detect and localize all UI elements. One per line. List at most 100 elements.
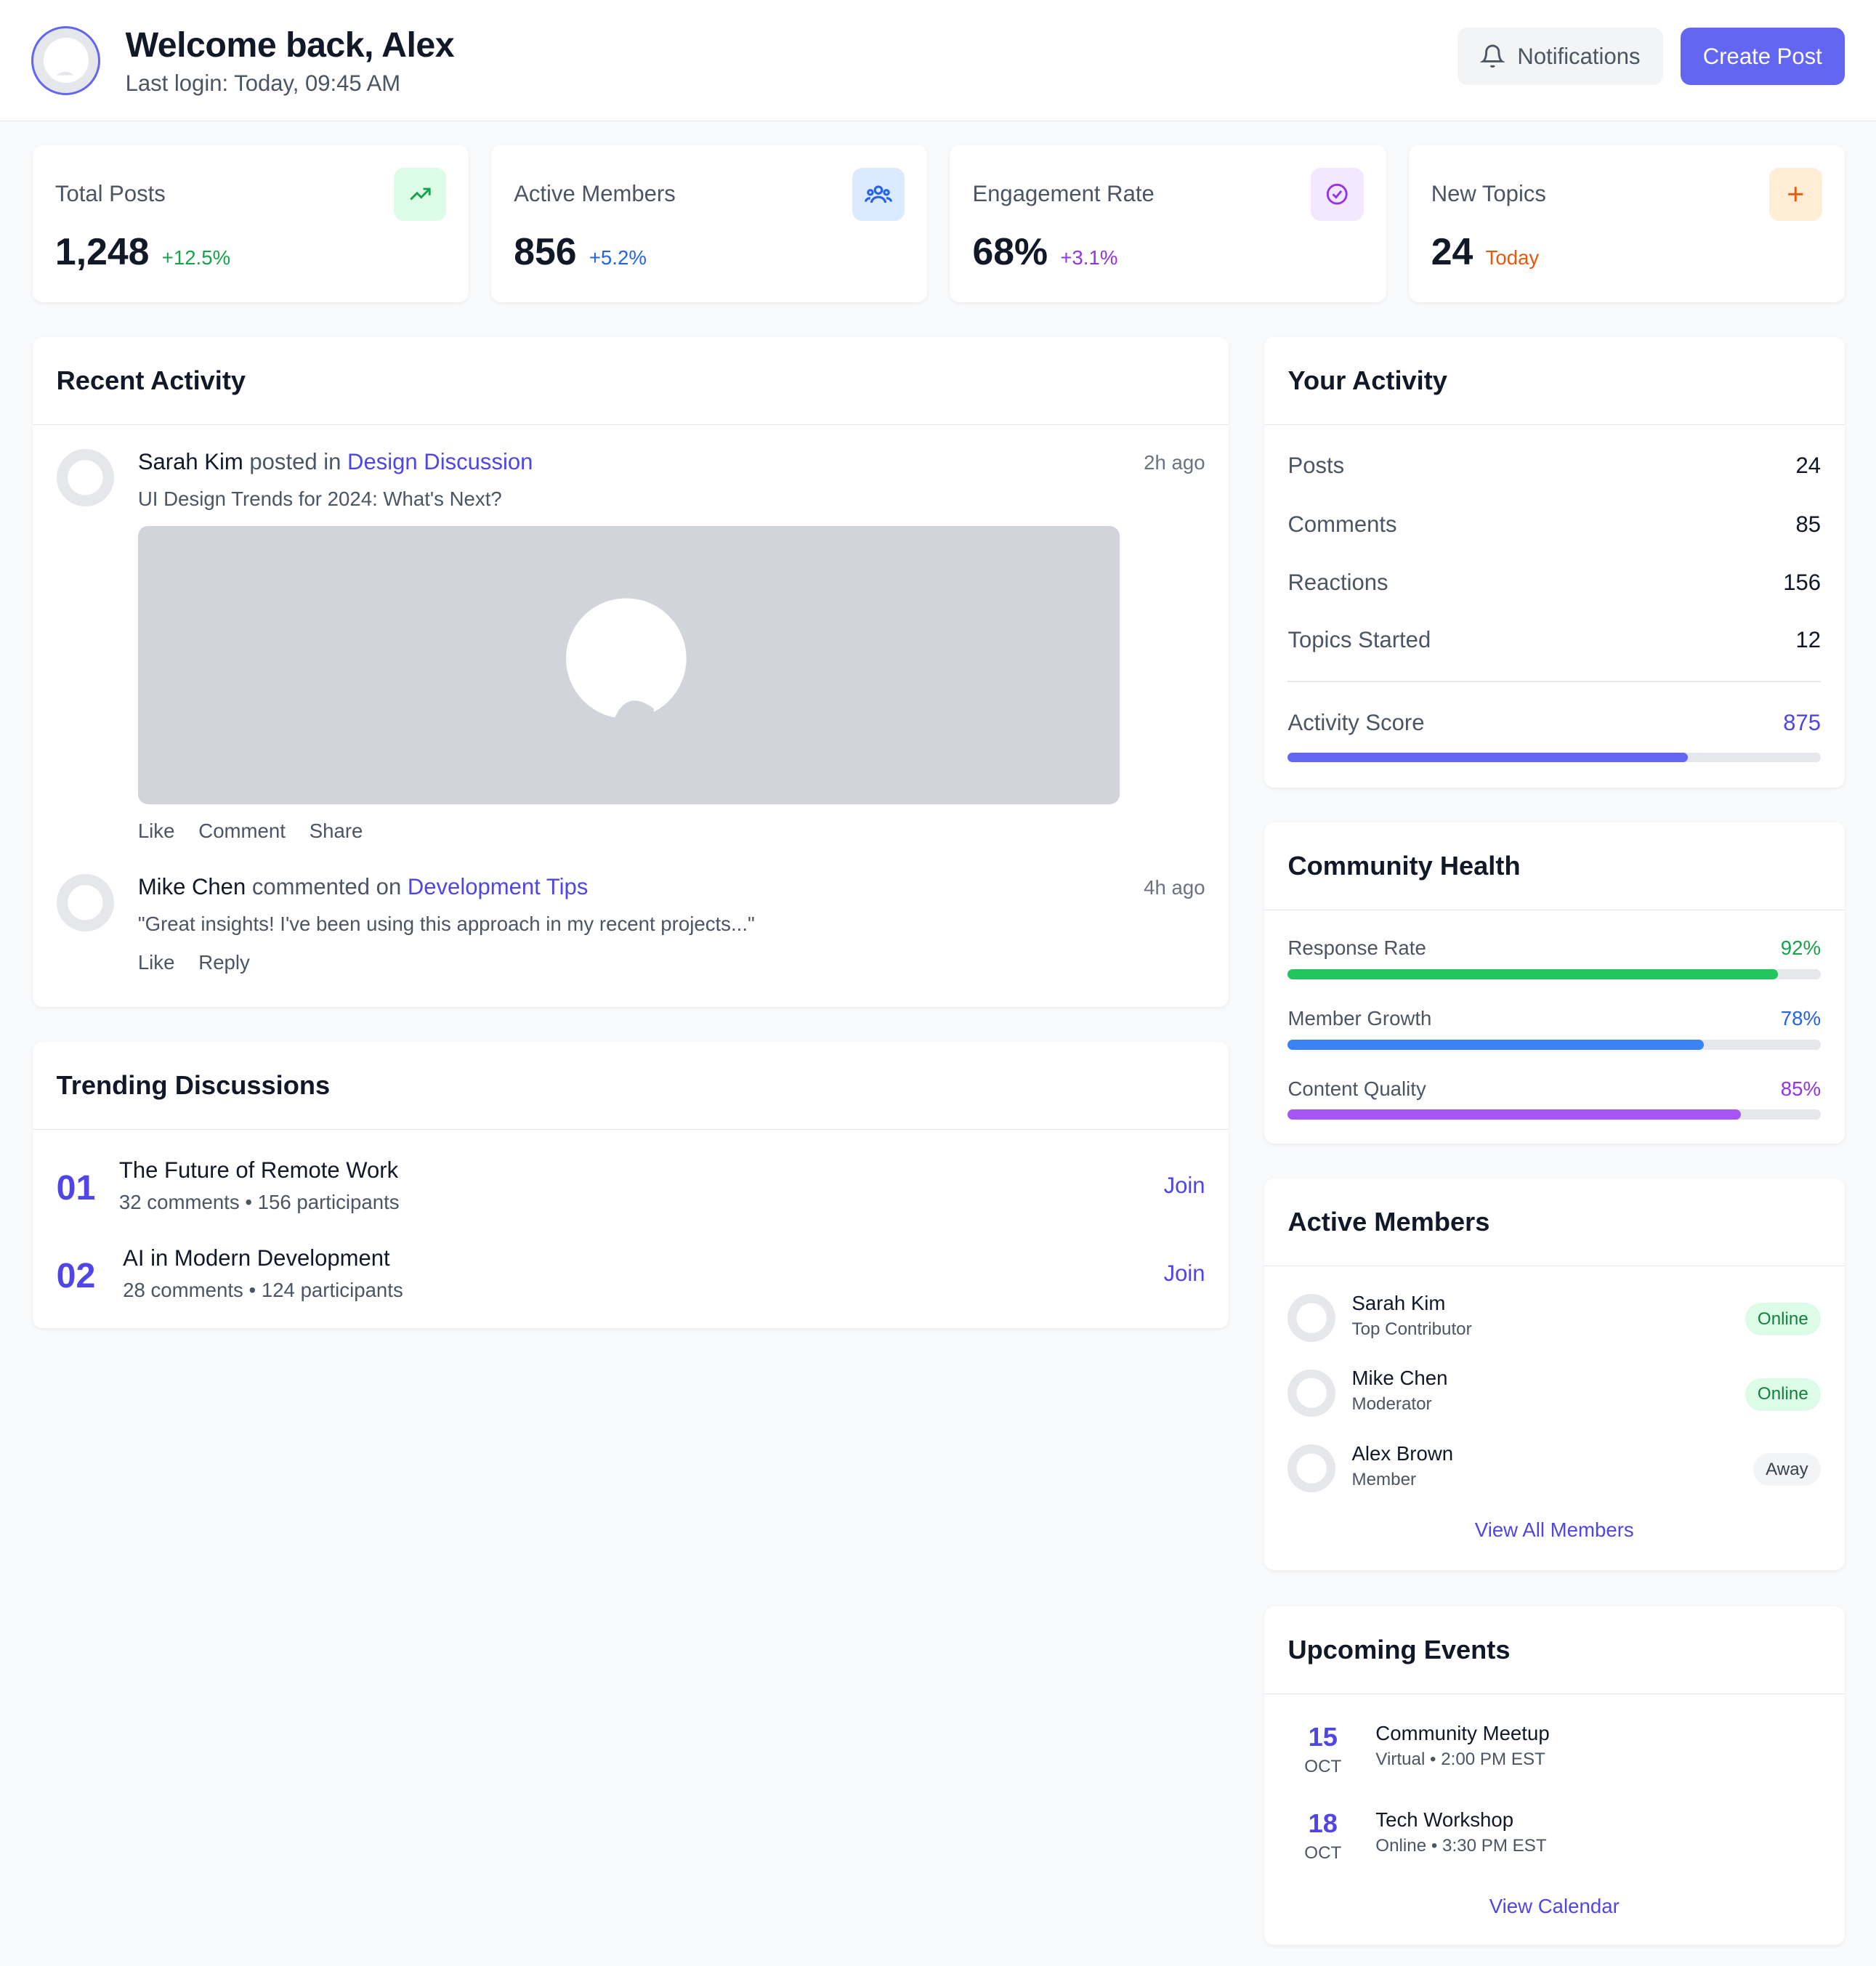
avatar[interactable]	[56, 448, 115, 507]
trending-item[interactable]: 01 The Future of Remote Work 32 comments…	[57, 1157, 1205, 1220]
stat-label: Active Members	[514, 180, 676, 206]
health-label: Member Growth	[1287, 1006, 1432, 1029]
health-bar	[1287, 969, 1821, 979]
activity-stat-row: Topics Started 12	[1287, 627, 1821, 653]
health-row: Member Growth 78%	[1287, 1007, 1821, 1030]
status-badge: Away	[1752, 1453, 1821, 1486]
top-header: Welcome back, Alex Last login: Today, 09…	[0, 0, 1876, 122]
health-value: 92%	[1780, 937, 1821, 960]
health-bar	[1287, 1109, 1821, 1120]
activity-score-fill	[1287, 752, 1688, 763]
activity-text: "Great insights! I've been using this ap…	[137, 913, 755, 936]
activity-line: Sarah Kim posted in Design Discussion	[138, 449, 1205, 475]
stat-label: Topics Started	[1287, 626, 1431, 652]
stat-value: 24	[1431, 230, 1473, 272]
member-name: Mike Chen	[1351, 1367, 1448, 1390]
upcoming-events-card: Upcoming Events 15 OCT Community Meetup …	[1264, 1606, 1845, 1945]
card-title: Recent Activity	[32, 337, 1229, 426]
trending-title[interactable]: AI in Modern Development	[123, 1245, 1205, 1271]
stat-label: Comments	[1287, 511, 1397, 538]
view-calendar-link[interactable]: View Calendar	[1264, 1895, 1845, 1918]
activity-text: UI Design Trends for 2024: What's Next?	[137, 488, 502, 511]
event-meta: Online • 3:30 PM EST	[1375, 1835, 1547, 1856]
reply-button[interactable]: Reply	[198, 951, 250, 974]
activity-user[interactable]: Mike Chen	[138, 874, 246, 899]
event-month: OCT	[1304, 1843, 1342, 1864]
trending-rank: 01	[56, 1168, 96, 1207]
trending-item[interactable]: 02 AI in Modern Development 28 comments …	[57, 1245, 1205, 1308]
activity-stat-row: Reactions 156	[1287, 570, 1821, 596]
health-value: 85%	[1780, 1077, 1821, 1100]
page-title: Welcome back, Alex	[125, 25, 455, 65]
activity-stat-row: Comments 85	[1287, 511, 1821, 538]
member-item[interactable]: Alex Brown Member Away	[1287, 1442, 1821, 1500]
event-day: 15	[1308, 1721, 1338, 1752]
health-bar-fill	[1287, 969, 1779, 979]
like-button[interactable]: Like	[138, 820, 175, 843]
activity-score-bar	[1287, 752, 1821, 763]
notifications-button[interactable]: Notifications	[1457, 27, 1663, 86]
avatar[interactable]	[56, 873, 115, 932]
stat-value: 24	[1795, 453, 1821, 479]
check-circle-icon	[1311, 168, 1364, 221]
stat-label: New Topics	[1431, 180, 1546, 206]
stat-label: Posts	[1287, 453, 1345, 479]
score-value: 875	[1783, 709, 1821, 735]
activity-item: Sarah Kim posted in Design Discussion UI…	[56, 448, 1205, 843]
community-health-card: Community Health Response Rate 92% Member…	[1264, 822, 1845, 1144]
card-title: Community Health	[1264, 822, 1845, 910]
member-item[interactable]: Sarah Kim Top Contributor Online	[1287, 1292, 1821, 1349]
activity-user[interactable]: Sarah Kim	[138, 449, 243, 474]
share-button[interactable]: Share	[310, 820, 363, 843]
stat-value: 85	[1795, 511, 1821, 538]
health-label: Content Quality	[1287, 1077, 1426, 1100]
health-row: Content Quality 85%	[1287, 1077, 1821, 1101]
activity-item: Mike Chen commented on Development Tips …	[56, 873, 1205, 974]
trending-meta: 32 comments • 156 participants	[118, 1191, 400, 1214]
event-item[interactable]: 18 OCT Tech Workshop Online • 3:30 PM ES…	[1287, 1808, 1821, 1871]
stat-delta: Today	[1485, 246, 1540, 269]
create-post-button[interactable]: Create Post	[1680, 27, 1845, 86]
your-activity-card: Your Activity Posts 24 Comments 85 Reactio…	[1264, 337, 1845, 788]
stats-row: Total Posts 1,248 +12.5% Active Members …	[32, 145, 1845, 302]
view-all-members-link[interactable]: View All Members	[1264, 1518, 1845, 1542]
stat-card-new-topics: New Topics 24 Today	[1408, 145, 1845, 302]
member-role: Top Contributor	[1351, 1319, 1472, 1339]
card-title: Trending Discussions	[32, 1042, 1229, 1130]
stat-value: 1,248	[54, 230, 150, 272]
activity-stat-row: Posts 24	[1287, 453, 1821, 479]
comment-button[interactable]: Comment	[198, 820, 286, 843]
card-title: Upcoming Events	[1264, 1606, 1845, 1694]
avatar-placeholder-icon	[1296, 1453, 1327, 1484]
user-avatar[interactable]	[31, 25, 101, 95]
activity-target-link[interactable]: Design Discussion	[347, 449, 533, 474]
join-button[interactable]: Join	[1164, 1261, 1205, 1287]
join-button[interactable]: Join	[1164, 1173, 1205, 1199]
activity-score-row: Activity Score 875	[1287, 710, 1821, 736]
trending-title[interactable]: The Future of Remote Work	[119, 1157, 1205, 1184]
like-button[interactable]: Like	[138, 951, 175, 974]
avatar-placeholder-icon	[68, 885, 103, 921]
stat-label: Reactions	[1287, 569, 1388, 595]
stat-card-total-posts: Total Posts 1,248 +12.5%	[32, 145, 469, 302]
activity-time: 2h ago	[1144, 451, 1205, 474]
health-row: Response Rate 92%	[1287, 937, 1821, 960]
event-title: Tech Workshop	[1375, 1808, 1514, 1831]
stat-label: Engagement Rate	[972, 180, 1155, 206]
event-month: OCT	[1304, 1756, 1342, 1776]
stat-value: 12	[1795, 626, 1821, 652]
status-badge: Online	[1744, 1303, 1821, 1336]
avatar-placeholder-icon	[1296, 1303, 1327, 1333]
member-role: Moderator	[1351, 1394, 1432, 1415]
event-item[interactable]: 15 OCT Community Meetup Virtual • 2:00 P…	[1287, 1722, 1821, 1784]
divider	[1287, 681, 1821, 682]
activity-target-link[interactable]: Development Tips	[408, 874, 589, 899]
card-title: Active Members	[1264, 1178, 1845, 1267]
notifications-label: Notifications	[1517, 43, 1641, 69]
trending-rank: 02	[56, 1255, 96, 1295]
member-item[interactable]: Mike Chen Moderator Online	[1287, 1367, 1821, 1424]
health-bar	[1287, 1039, 1821, 1050]
post-image[interactable]	[137, 525, 1120, 804]
activity-time: 4h ago	[1144, 876, 1205, 899]
bell-icon	[1479, 44, 1505, 68]
